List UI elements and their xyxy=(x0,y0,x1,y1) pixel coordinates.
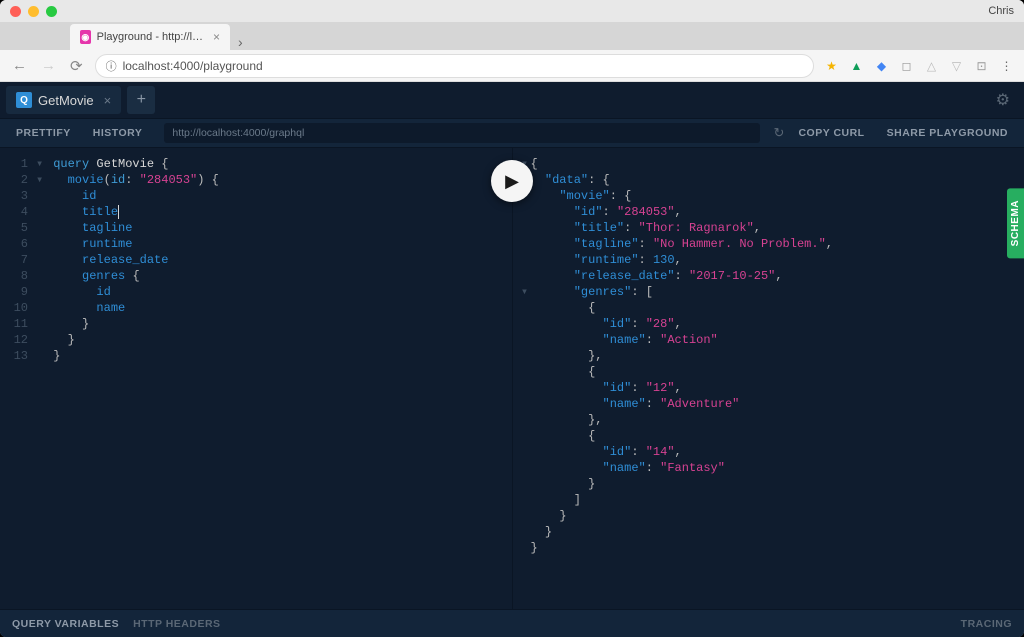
reload-schema-icon[interactable]: ↻ xyxy=(774,125,785,141)
settings-gear-icon[interactable]: ⚙ xyxy=(996,90,1010,110)
new-tab-button[interactable]: › xyxy=(230,34,251,50)
endpoint-url: http://localhost:4000/graphql xyxy=(172,127,304,139)
close-query-tab-icon[interactable]: × xyxy=(104,93,112,108)
query-variables-tab[interactable]: QUERY VARIABLES xyxy=(12,618,119,630)
query-editor[interactable]: 1▾ query GetMovie { 2▾ movie(id: "284053… xyxy=(0,148,513,609)
share-playground-button[interactable]: SHARE PLAYGROUND xyxy=(879,123,1016,143)
prettify-button[interactable]: PRETTIFY xyxy=(8,123,79,143)
extension-icon[interactable]: ◆ xyxy=(874,58,889,73)
http-headers-tab[interactable]: HTTP HEADERS xyxy=(133,618,220,630)
run-query-button[interactable]: ▶ xyxy=(491,160,533,202)
browser-menu-icon[interactable]: ⋮ xyxy=(999,58,1014,73)
favicon-icon: ◉ xyxy=(80,30,91,44)
playground-footer: QUERY VARIABLES HTTP HEADERS TRACING xyxy=(0,609,1024,637)
extension-icon[interactable]: ⊡ xyxy=(974,58,989,73)
playground-tabstrip: Q GetMovie × + ⚙ xyxy=(0,82,1024,118)
back-button[interactable]: ← xyxy=(10,57,29,74)
history-button[interactable]: HISTORY xyxy=(85,123,151,143)
editors-container: 1▾ query GetMovie { 2▾ movie(id: "284053… xyxy=(0,148,1024,609)
extension-icon[interactable]: ◻ xyxy=(899,58,914,73)
browser-tab[interactable]: ◉ Playground - http://localhost:4 × xyxy=(70,24,230,50)
query-tab-name: GetMovie xyxy=(38,93,94,108)
extension-icon[interactable]: ▽ xyxy=(949,58,964,73)
browser-tabstrip: ◉ Playground - http://localhost:4 × › xyxy=(0,22,1024,50)
query-tab[interactable]: Q GetMovie × xyxy=(6,86,121,114)
minimize-window-button[interactable] xyxy=(28,6,39,17)
browser-window: Chris ◉ Playground - http://localhost:4 … xyxy=(0,0,1024,637)
forward-button[interactable]: → xyxy=(39,57,58,74)
playground-app: Q GetMovie × + ⚙ PRETTIFY HISTORY http:/… xyxy=(0,82,1024,637)
browser-tab-title: Playground - http://localhost:4 xyxy=(97,31,207,43)
query-icon: Q xyxy=(16,92,32,108)
browser-addressbar: ← → ⟳ ⓘ localhost:4000/playground ★ ▲ ◆ … xyxy=(0,50,1024,82)
response-viewer[interactable]: ▾{ ▾ "data": { ▾ "movie": { "id": "28405… xyxy=(513,148,1024,609)
new-query-tab-button[interactable]: + xyxy=(127,86,155,114)
playground-toolbar: PRETTIFY HISTORY http://localhost:4000/g… xyxy=(0,118,1024,148)
copy-curl-button[interactable]: COPY CURL xyxy=(790,123,872,143)
url-input[interactable]: ⓘ localhost:4000/playground xyxy=(95,54,814,78)
endpoint-input[interactable]: http://localhost:4000/graphql xyxy=(164,123,759,143)
window-titlebar: Chris xyxy=(0,0,1024,22)
gdrive-icon[interactable]: ▲ xyxy=(849,58,864,73)
tracing-tab[interactable]: TRACING xyxy=(961,618,1012,630)
url-text: localhost:4000/playground xyxy=(123,59,263,73)
schema-tab[interactable]: SCHEMA xyxy=(1007,188,1024,258)
close-window-button[interactable] xyxy=(10,6,21,17)
extension-icon[interactable]: △ xyxy=(924,58,939,73)
profile-name[interactable]: Chris xyxy=(988,5,1014,17)
bookmark-star-icon[interactable]: ★ xyxy=(824,58,839,73)
extension-icons: ▲ ◆ ◻ △ ▽ ⊡ ⋮ xyxy=(849,58,1014,73)
reload-button[interactable]: ⟳ xyxy=(68,57,85,75)
close-tab-icon[interactable]: × xyxy=(213,30,220,44)
traffic-lights xyxy=(10,6,57,17)
site-info-icon[interactable]: ⓘ xyxy=(106,58,117,74)
maximize-window-button[interactable] xyxy=(46,6,57,17)
